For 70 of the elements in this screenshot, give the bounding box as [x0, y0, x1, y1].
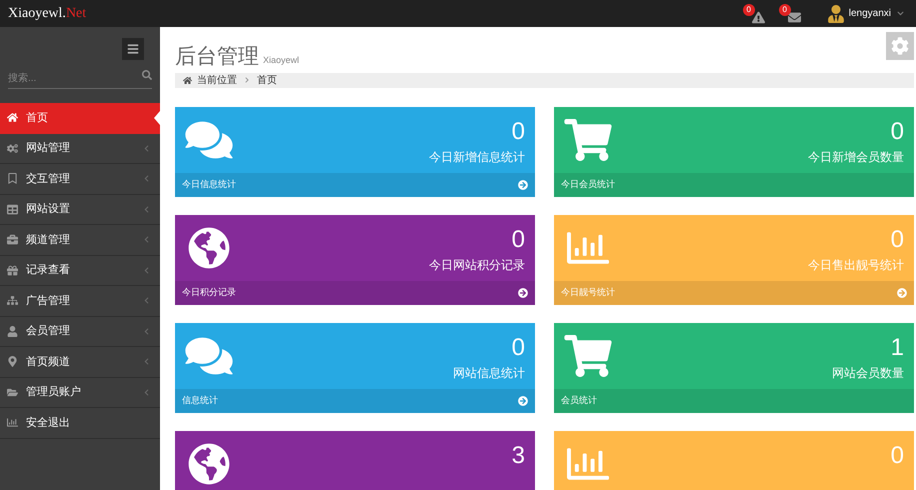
sidebar-item[interactable]: 会员管理 [0, 316, 160, 347]
active-pointer [154, 111, 160, 125]
page-subtitle: Xiaoyewl [263, 54, 300, 67]
chevron-icon [143, 328, 150, 335]
chart-icon [7, 417, 18, 428]
chat-bubbles-icon [185, 334, 233, 376]
card-footer[interactable]: 今日积分记录 [175, 280, 535, 304]
stat-value: 0 [890, 226, 904, 252]
arrow-icon[interactable] [518, 288, 528, 298]
stat-value: 1 [890, 334, 904, 360]
sidebar-item[interactable]: 广告管理 [0, 286, 160, 316]
notification-count: 0 [778, 4, 791, 16]
username[interactable]: lengyanxi [848, 6, 891, 21]
stat-label: 网站信息统计 [453, 364, 525, 382]
breadcrumb-separator-icon [244, 77, 250, 83]
menu-toggle-button[interactable] [122, 38, 144, 60]
gears-icon [7, 142, 18, 154]
cart-icon [564, 118, 612, 160]
stat-label: 今日新增信息统计 [429, 148, 525, 166]
user-icon [7, 326, 18, 337]
cart-icon [564, 334, 612, 376]
chat-bubbles-icon [185, 118, 233, 160]
envelope-icon[interactable] [788, 10, 801, 24]
sidebar-item[interactable]: 安全退出 [0, 408, 160, 438]
menu-icon [127, 43, 139, 55]
chevron-icon [143, 144, 150, 152]
stat-label: 今日网站积分记录 [429, 256, 525, 274]
stat-label: 网站会员数量 [832, 364, 904, 382]
breadcrumb-item[interactable]: 当前位置 [197, 72, 237, 88]
sidebar-item[interactable]: 管理员账户 [0, 378, 160, 408]
stat-value: 0 [890, 442, 904, 468]
folder-icon [7, 386, 18, 398]
warning-icon[interactable] [752, 10, 765, 24]
logo[interactable]: Xiaoyewl.Net [8, 3, 86, 24]
briefcase-icon [7, 234, 18, 246]
stat-value: 0 [512, 226, 525, 252]
sidebar-item[interactable]: 记录查看 [0, 256, 160, 286]
breadcrumb-item[interactable]: 首页 [257, 72, 277, 88]
page-title: 后台管理 [175, 43, 259, 70]
stat-value: 0 [512, 334, 525, 360]
stat-value: 3 [512, 442, 525, 468]
sidebar-item[interactable]: 网站管理 [0, 134, 160, 164]
sidebar-item[interactable]: 网站设置 [0, 194, 160, 225]
caret-icon[interactable] [897, 10, 904, 17]
notification-count: 0 [742, 4, 755, 16]
sidebar-item[interactable]: 首页频道 [0, 347, 160, 378]
chevron-icon [143, 358, 150, 366]
sidebar-item[interactable]: 频道管理 [0, 225, 160, 256]
bookmark-icon [7, 173, 18, 184]
stat-label: 今日售出靓号统计 [808, 256, 904, 274]
chevron-icon [143, 236, 150, 244]
stat-label: 今日新增会员数量 [808, 148, 904, 166]
chevron-icon [143, 297, 150, 304]
chevron-icon [143, 266, 150, 274]
stat-value: 0 [512, 118, 525, 144]
table-icon [7, 204, 18, 215]
sitemap-icon [7, 295, 18, 306]
gift-icon [7, 264, 18, 276]
stat-value: 0 [890, 118, 904, 144]
sidebar-item[interactable]: 首页 [0, 103, 160, 134]
user-avatar-icon[interactable] [826, 4, 845, 22]
settings-icon [891, 37, 909, 55]
chevron-icon [143, 175, 150, 182]
search-icon[interactable] [142, 70, 152, 80]
home-icon [183, 76, 192, 84]
sidebar-item[interactable]: 交互管理 [0, 164, 160, 194]
home-icon [7, 112, 18, 124]
map-pin-icon [7, 356, 18, 368]
chevron-icon [143, 206, 150, 213]
chevron-icon [143, 388, 150, 396]
